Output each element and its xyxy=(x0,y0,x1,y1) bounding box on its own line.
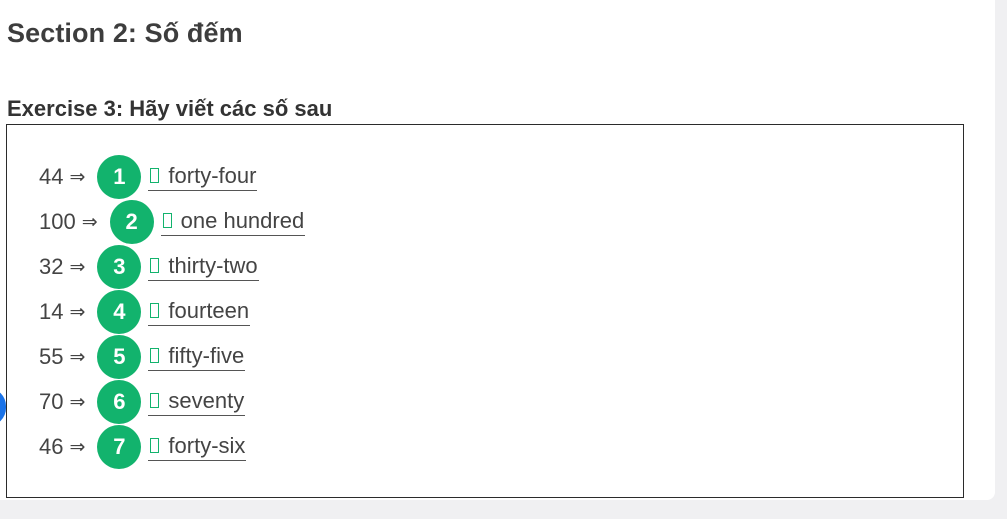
answer-number-badge: 1 xyxy=(97,155,142,199)
list-item: 44 ⇒ 1 forty-four xyxy=(39,155,258,199)
answer-number-badge: 5 xyxy=(97,335,142,379)
answer-number-badge: 6 xyxy=(97,380,142,424)
number-label: 14 xyxy=(39,299,64,324)
answer-text: forty-four xyxy=(168,162,257,188)
answer-text: thirty-two xyxy=(168,252,258,278)
list-item: 32 ⇒ 3 thirty-two xyxy=(39,245,259,289)
exercise-title: Exercise 3: Hãy viết các số sau xyxy=(7,96,333,121)
answer-text: one hundred xyxy=(180,207,305,233)
number-label: 55 xyxy=(39,344,64,369)
arrow-icon: ⇒ xyxy=(69,301,86,323)
list-item: 100 ⇒ 2 one hundred xyxy=(39,200,306,244)
list-item: 55 ⇒ 5 fifty-five xyxy=(39,335,246,379)
answer-text: forty-six xyxy=(168,432,246,458)
answer-link[interactable]: fourteen xyxy=(148,297,251,326)
answer-number-badge: 4 xyxy=(97,290,142,334)
missing-glyph-box-icon xyxy=(150,168,160,183)
missing-glyph-box-icon xyxy=(150,393,160,408)
missing-glyph-box-icon xyxy=(150,303,160,318)
answer-number-badge: 2 xyxy=(109,200,154,244)
missing-glyph-box-icon xyxy=(162,213,172,228)
number-label: 70 xyxy=(39,389,64,414)
missing-glyph-box-icon xyxy=(150,438,160,453)
missing-glyph-box-icon xyxy=(150,348,160,363)
answer-link[interactable]: thirty-two xyxy=(148,252,259,281)
number-label: 100 xyxy=(39,209,76,234)
number-label: 44 xyxy=(39,164,64,189)
answer-box: 44 ⇒ 1 forty-four 100 ⇒ 2 one hundred 32… xyxy=(6,124,964,498)
arrow-icon: ⇒ xyxy=(81,211,98,233)
answer-text: fourteen xyxy=(168,297,250,323)
arrow-icon: ⇒ xyxy=(69,346,86,368)
answer-link[interactable]: forty-six xyxy=(148,432,247,461)
arrow-icon: ⇒ xyxy=(69,436,86,458)
list-item: 70 ⇒ 6 seventy xyxy=(39,380,246,424)
section-title: Section 2: Số đếm xyxy=(7,18,243,48)
answer-link[interactable]: one hundred xyxy=(160,207,306,236)
answer-number-badge: 3 xyxy=(97,245,142,289)
content-card: Section 2: Số đếm Exercise 3: Hãy viết c… xyxy=(0,0,995,500)
answer-link[interactable]: forty-four xyxy=(148,162,258,191)
list-item: 14 ⇒ 4 fourteen xyxy=(39,290,251,334)
answer-number-badge: 7 xyxy=(97,425,142,469)
answer-text: fifty-five xyxy=(168,342,245,368)
list-item: 46 ⇒ 7 forty-six xyxy=(39,425,247,469)
arrow-icon: ⇒ xyxy=(69,256,86,278)
arrow-icon: ⇒ xyxy=(69,166,86,188)
answer-link[interactable]: seventy xyxy=(148,387,246,416)
answer-link[interactable]: fifty-five xyxy=(148,342,246,371)
number-label: 32 xyxy=(39,254,64,279)
number-label: 46 xyxy=(39,434,64,459)
arrow-icon: ⇒ xyxy=(69,391,86,413)
answer-text: seventy xyxy=(168,387,245,413)
missing-glyph-box-icon xyxy=(150,258,160,273)
